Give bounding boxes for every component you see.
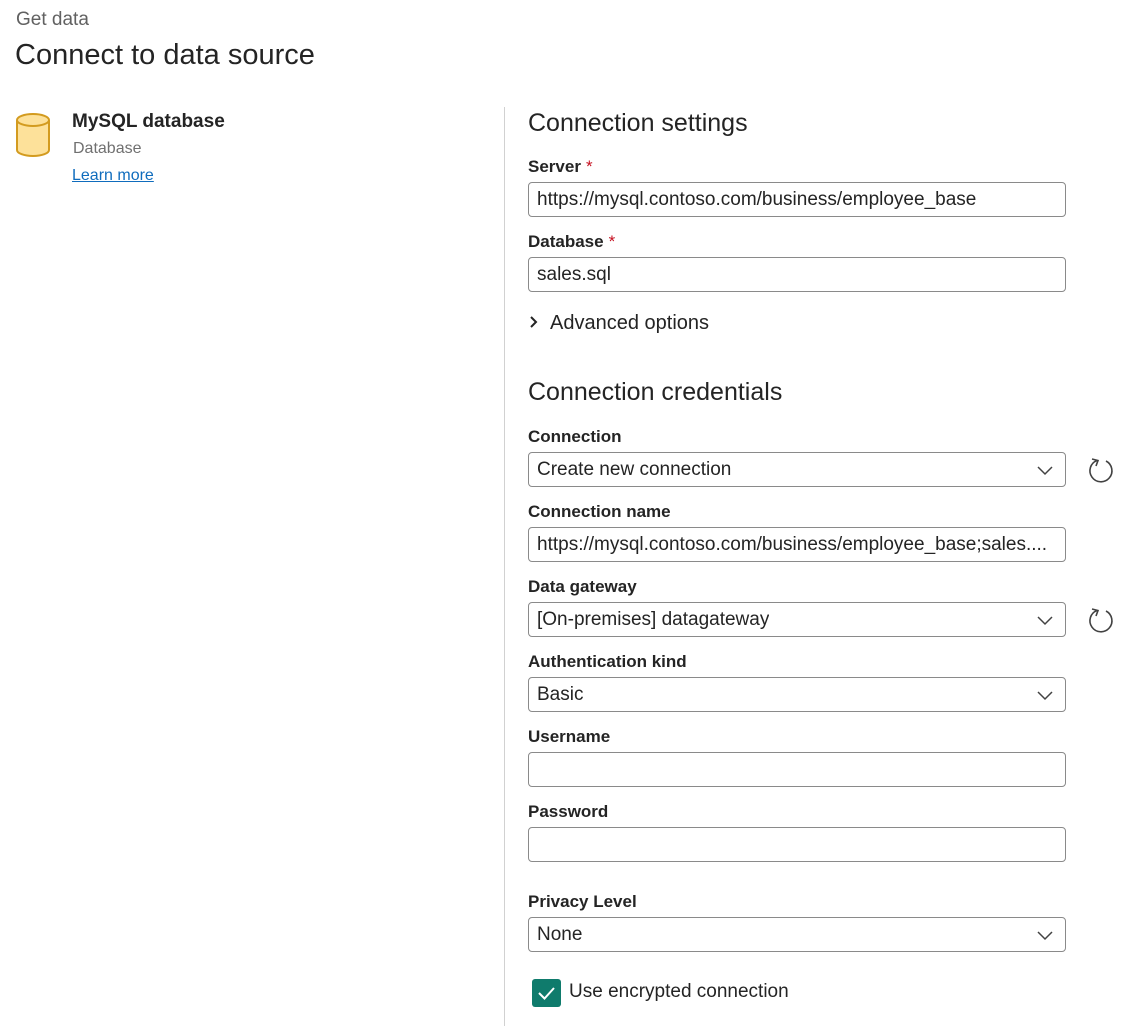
database-input-value: sales.sql bbox=[537, 264, 611, 285]
refresh-gateway-icon[interactable] bbox=[1087, 606, 1115, 634]
advanced-options-toggle[interactable]: Advanced options bbox=[528, 312, 709, 335]
connection-credentials-title: Connection credentials bbox=[528, 378, 783, 406]
source-category: Database bbox=[73, 140, 142, 157]
chevron-right-icon bbox=[528, 312, 542, 335]
server-input[interactable]: https://mysql.contoso.com/business/emplo… bbox=[528, 182, 1066, 217]
connection-label: Connection bbox=[528, 427, 622, 446]
data-gateway-dropdown[interactable]: [On-premises] datagateway bbox=[528, 602, 1066, 637]
server-input-value: https://mysql.contoso.com/business/emplo… bbox=[537, 189, 977, 210]
connection-name-label: Connection name bbox=[528, 502, 671, 521]
username-label: Username bbox=[528, 727, 611, 746]
password-label: Password bbox=[528, 802, 609, 821]
refresh-connection-icon[interactable] bbox=[1087, 456, 1115, 484]
authentication-kind-label: Authentication kind bbox=[528, 652, 687, 671]
learn-more-link[interactable]: Learn more bbox=[72, 167, 154, 185]
connection-dropdown[interactable]: Create new connection bbox=[528, 452, 1066, 487]
chevron-down-icon bbox=[1037, 466, 1053, 476]
authentication-kind-dropdown[interactable]: Basic bbox=[528, 677, 1066, 712]
source-name: MySQL database bbox=[72, 111, 225, 132]
connection-name-value: https://mysql.contoso.com/business/emplo… bbox=[537, 534, 1048, 555]
privacy-level-value: None bbox=[537, 924, 583, 945]
database-label-text: Database bbox=[528, 232, 604, 251]
connection-name-input[interactable]: https://mysql.contoso.com/business/emplo… bbox=[528, 527, 1066, 562]
data-gateway-label: Data gateway bbox=[528, 577, 637, 596]
advanced-options-label: Advanced options bbox=[550, 312, 710, 334]
checkmark-icon bbox=[538, 987, 555, 1000]
chevron-down-icon bbox=[1037, 691, 1053, 701]
authentication-kind-value: Basic bbox=[537, 684, 584, 705]
panel-divider bbox=[504, 107, 505, 1026]
username-input[interactable] bbox=[528, 752, 1066, 787]
data-gateway-value: [On-premises] datagateway bbox=[537, 609, 770, 630]
database-label: Database * bbox=[528, 232, 615, 252]
password-input[interactable] bbox=[528, 827, 1066, 862]
database-input[interactable]: sales.sql bbox=[528, 257, 1066, 292]
connection-dropdown-value: Create new connection bbox=[537, 459, 732, 480]
encrypted-connection-label[interactable]: Use encrypted connection bbox=[569, 981, 789, 1003]
connection-settings-title: Connection settings bbox=[528, 109, 748, 137]
breadcrumb: Get data bbox=[16, 9, 89, 30]
required-marker: * bbox=[585, 157, 593, 176]
page-title: Connect to data source bbox=[15, 39, 315, 71]
database-cylinder-icon bbox=[15, 112, 51, 158]
encrypted-connection-checkbox[interactable] bbox=[532, 979, 561, 1007]
chevron-down-icon bbox=[1037, 616, 1053, 626]
privacy-level-dropdown[interactable]: None bbox=[528, 917, 1066, 952]
server-label-text: Server bbox=[528, 157, 581, 176]
server-label: Server * bbox=[528, 157, 593, 177]
required-marker: * bbox=[608, 232, 616, 251]
privacy-level-label: Privacy Level bbox=[528, 892, 637, 911]
chevron-down-icon bbox=[1037, 931, 1053, 941]
